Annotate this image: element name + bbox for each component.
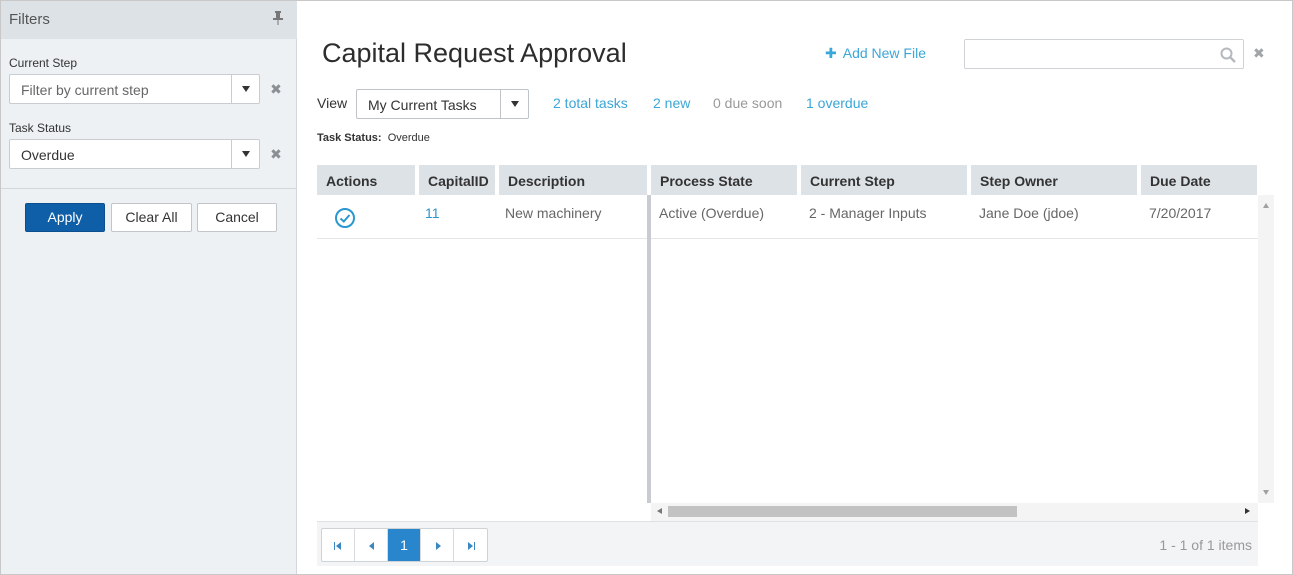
previous-page-button[interactable]	[355, 529, 388, 561]
column-header-description[interactable]: Description	[499, 165, 647, 195]
row-divider	[317, 238, 647, 239]
task-status-dropdown-button[interactable]	[231, 140, 259, 168]
filters-title: Filters	[9, 11, 50, 28]
search-clear-icon[interactable]: ✖	[1253, 46, 1265, 60]
pin-icon[interactable]	[273, 11, 283, 25]
page-title: Capital Request Approval	[322, 38, 627, 68]
cell-process-state: Active (Overdue)	[659, 205, 765, 221]
overdue-tasks-link[interactable]: 1 overdue	[806, 95, 868, 111]
actions-cell	[317, 195, 415, 238]
column-header-process-state[interactable]: Process State	[651, 165, 797, 195]
current-step-placeholder: Filter by current step	[21, 82, 149, 98]
column-header-step-owner[interactable]: Step Owner	[971, 165, 1137, 195]
pager: 1	[321, 528, 488, 562]
apply-button[interactable]: Apply	[25, 203, 105, 232]
cancel-button[interactable]: Cancel	[197, 203, 277, 232]
active-filter-label: Task Status:	[317, 132, 382, 144]
last-page-button[interactable]	[454, 529, 487, 561]
active-filter: Task Status: Overdue	[317, 132, 430, 144]
task-status-label: Task Status	[9, 121, 72, 135]
search-icon[interactable]	[1220, 47, 1236, 63]
last-page-icon	[474, 542, 475, 550]
pager-bar: 1 1 - 1 of 1 items	[317, 521, 1258, 566]
add-new-file-link[interactable]: ✚ Add New File	[825, 45, 926, 62]
first-page-arrow	[336, 542, 341, 550]
cell-due-date: 7/20/2017	[1149, 205, 1212, 221]
view-dropdown-button[interactable]	[500, 90, 528, 118]
next-page-button[interactable]	[421, 529, 454, 561]
horizontal-scroll-thumb[interactable]	[668, 506, 1017, 517]
page-button-current[interactable]: 1	[388, 529, 421, 561]
cell-step-owner: Jane Doe (jdoe)	[979, 205, 1079, 221]
last-page-arrow	[468, 542, 473, 550]
view-select[interactable]: My Current Tasks	[356, 89, 529, 119]
cell-capitalid[interactable]: 11	[425, 205, 440, 221]
first-page-button[interactable]	[322, 529, 355, 561]
scroll-right-icon[interactable]	[1245, 508, 1250, 514]
clear-all-button[interactable]: Clear All	[111, 203, 192, 232]
filters-panel: Filters Current Step Filter by current s…	[1, 1, 297, 574]
cell-description: New machinery	[505, 205, 602, 221]
check-circle-icon[interactable]	[334, 207, 356, 229]
current-step-dropdown-button[interactable]	[231, 75, 259, 103]
chevron-down-icon	[242, 151, 250, 157]
previous-page-icon	[369, 542, 374, 550]
current-step-select[interactable]: Filter by current step	[9, 74, 260, 104]
column-header-capitalid[interactable]: CapitalID	[419, 165, 495, 195]
due-soon-count: 0 due soon	[713, 95, 783, 111]
next-page-icon	[436, 542, 441, 550]
filters-header: Filters	[1, 1, 297, 39]
active-filter-value: Overdue	[387, 132, 430, 144]
column-header-actions[interactable]: Actions	[317, 165, 415, 195]
task-status-clear-icon[interactable]: ✖	[270, 147, 282, 161]
total-tasks-link[interactable]: 2 total tasks	[553, 95, 628, 111]
search-input[interactable]	[964, 39, 1244, 69]
chevron-down-icon	[511, 101, 519, 107]
add-new-file-label: Add New File	[842, 45, 926, 61]
vertical-scrollbar[interactable]	[1258, 195, 1274, 503]
chevron-down-icon	[242, 86, 250, 92]
current-step-label: Current Step	[9, 56, 78, 70]
horizontal-scrollbar[interactable]	[651, 503, 1258, 521]
filters-divider	[1, 188, 297, 189]
cell-current-step: 2 - Manager Inputs	[809, 205, 927, 221]
task-status-value: Overdue	[21, 147, 75, 163]
column-header-due-date[interactable]: Due Date	[1141, 165, 1257, 195]
task-status-select[interactable]: Overdue	[9, 139, 260, 169]
new-tasks-link[interactable]: 2 new	[653, 95, 690, 111]
locked-column-separator[interactable]	[647, 195, 651, 503]
current-step-clear-icon[interactable]: ✖	[270, 82, 282, 96]
row-divider	[651, 238, 1258, 239]
scroll-up-icon[interactable]	[1263, 203, 1269, 208]
column-header-current-step[interactable]: Current Step	[801, 165, 967, 195]
first-page-icon	[334, 542, 335, 550]
plus-icon: ✚	[825, 45, 837, 61]
pager-info: 1 - 1 of 1 items	[1159, 537, 1252, 553]
scroll-left-icon[interactable]	[657, 508, 662, 514]
scroll-down-icon[interactable]	[1263, 490, 1269, 495]
tasks-grid: Actions CapitalID Description Process St…	[317, 165, 1258, 521]
view-selected-value: My Current Tasks	[368, 97, 477, 113]
view-label: View	[317, 95, 348, 111]
